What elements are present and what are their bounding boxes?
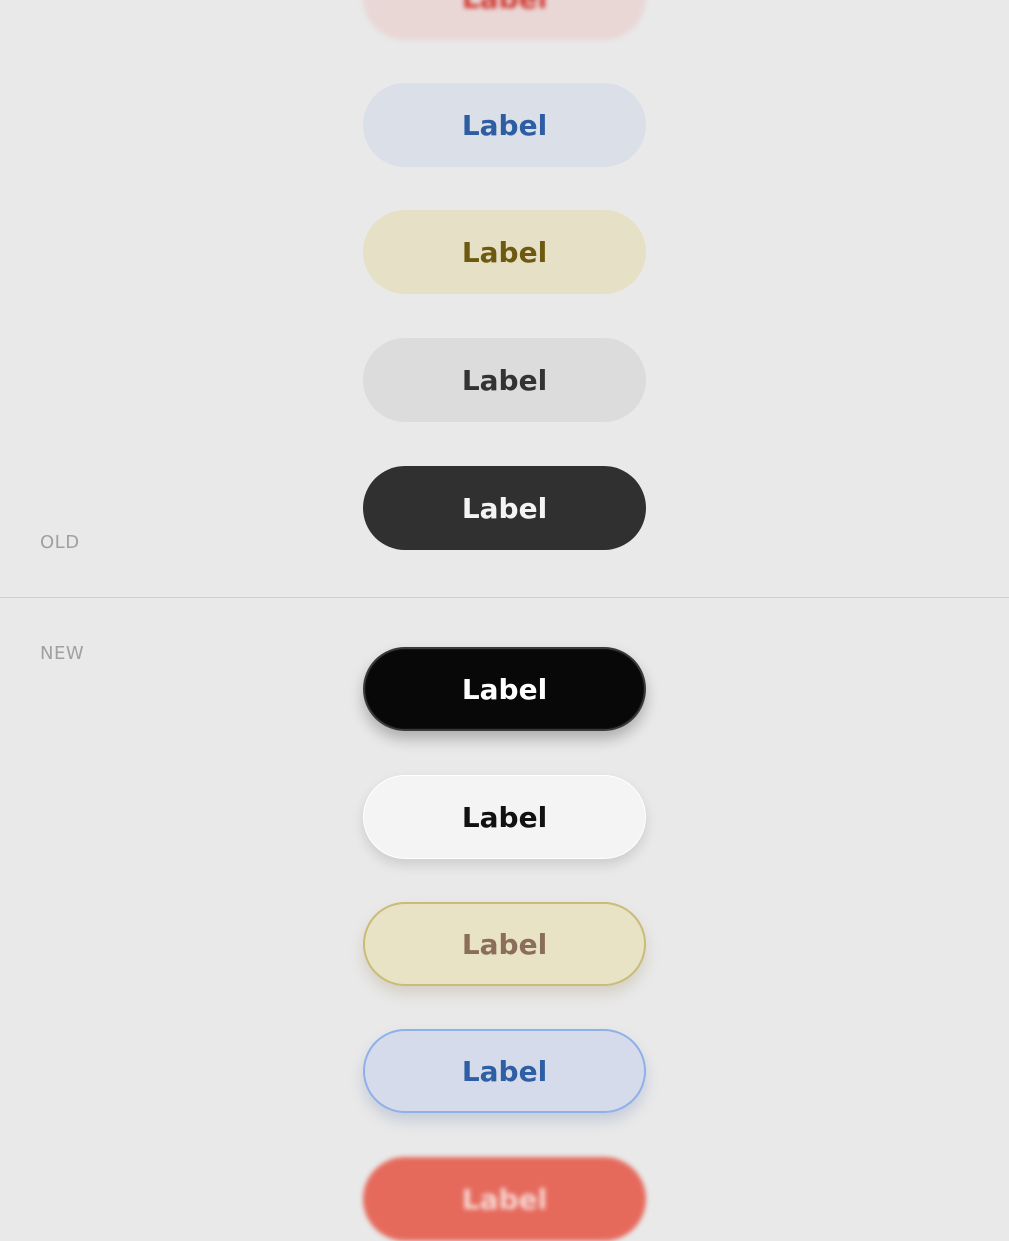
old-dark-button[interactable]: Label [363, 466, 646, 550]
section-divider [0, 597, 1009, 598]
button-label: Label [461, 927, 548, 961]
old-blue-button[interactable]: Label [363, 83, 646, 167]
button-label: Label [461, 800, 548, 834]
button-label: Label [461, 108, 548, 142]
button-label: Label [461, 672, 548, 706]
button-label: Label [461, 1054, 548, 1088]
button-label: Label [462, 0, 547, 15]
old-gray-button[interactable]: Label [363, 338, 646, 422]
new-blue-button[interactable]: Label [363, 1029, 646, 1113]
button-label: Label [461, 235, 548, 269]
new-red-button[interactable]: Label [363, 1157, 646, 1241]
button-label: Label [461, 491, 548, 525]
button-label: Label [461, 1182, 548, 1216]
old-section-label: OLD [40, 532, 80, 553]
new-white-button[interactable]: Label [363, 775, 646, 859]
old-yellow-button[interactable]: Label [363, 210, 646, 294]
old-red-button[interactable]: Label [363, 0, 646, 40]
new-yellow-button[interactable]: Label [363, 902, 646, 986]
new-section-label: NEW [40, 643, 85, 664]
button-label: Label [461, 363, 548, 397]
new-black-button[interactable]: Label [363, 647, 646, 731]
